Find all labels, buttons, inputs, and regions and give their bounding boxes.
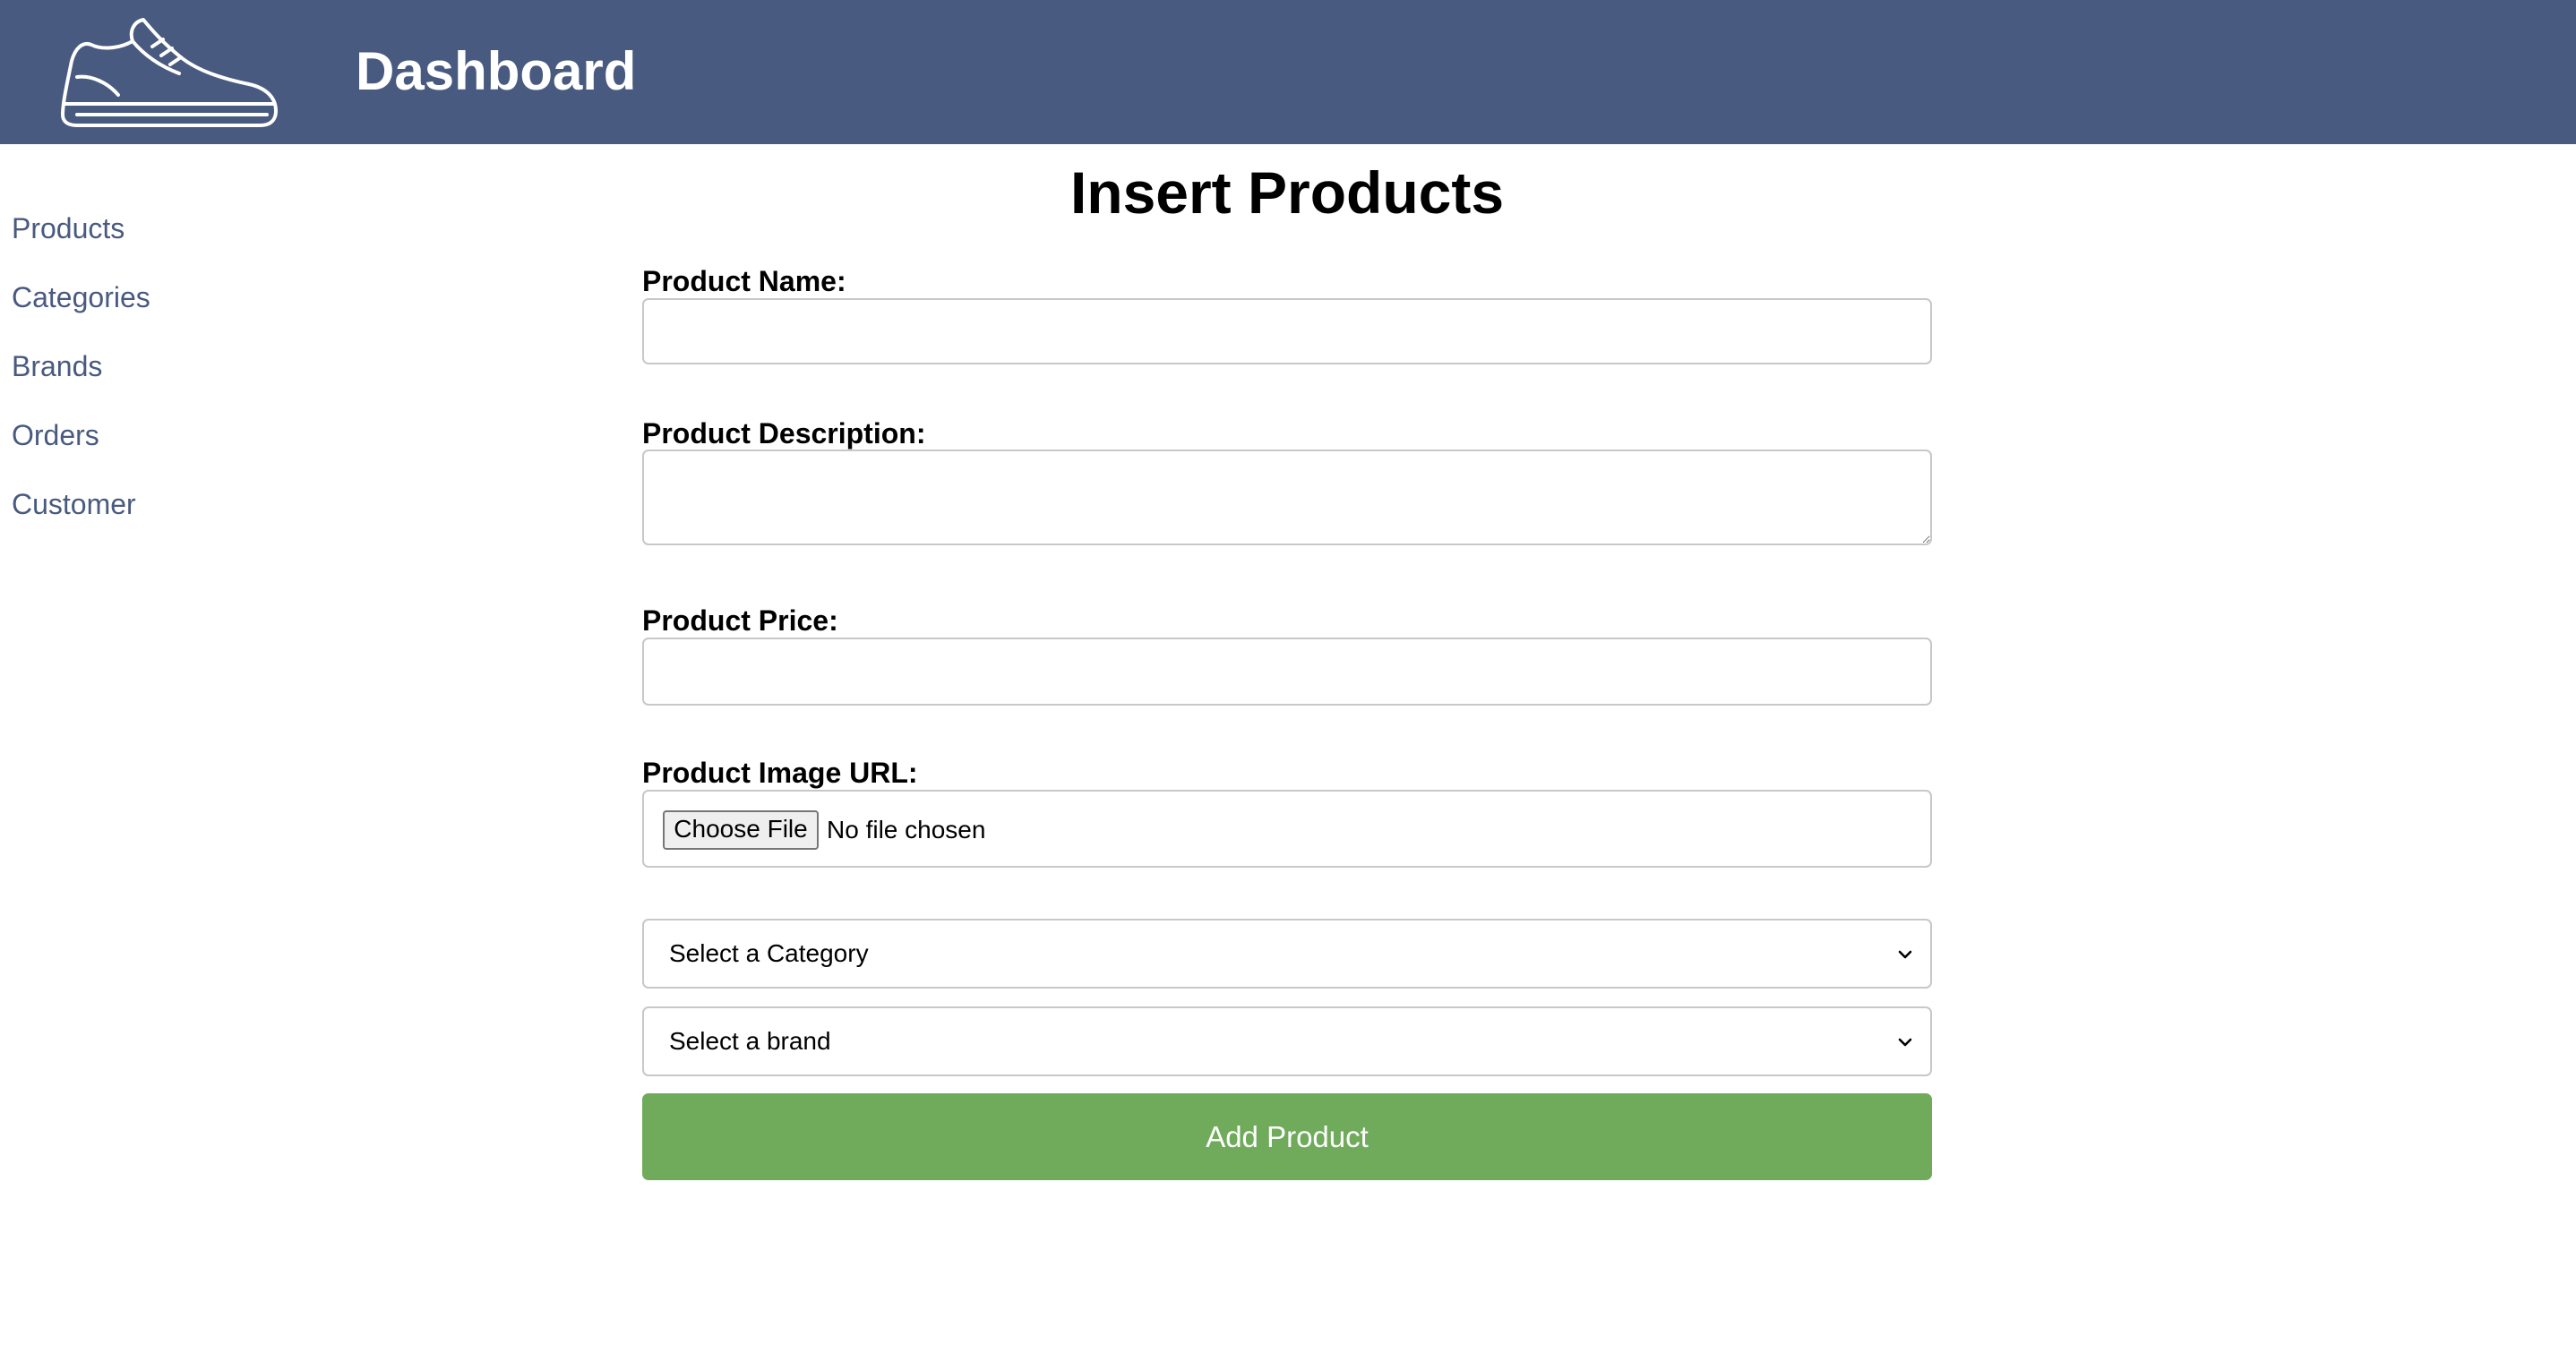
file-status-text: No file chosen (827, 816, 986, 843)
brand-select[interactable]: Select a brand (642, 1006, 1932, 1076)
page-title: Insert Products (1069, 159, 1505, 226)
product-description-textarea[interactable] (642, 450, 1932, 545)
product-name-input[interactable] (642, 298, 1932, 364)
chevron-down-icon (1898, 950, 1912, 959)
add-product-button[interactable]: Add Product (642, 1093, 1932, 1180)
chevron-down-icon (1898, 1038, 1912, 1047)
product-name-label: Product Name: (642, 265, 846, 297)
product-image-file-input: Choose File No file chosen (642, 790, 1932, 868)
sidebar-nav: Products Categories Brands Orders Custom… (12, 204, 150, 549)
sidebar-item-orders[interactable]: Orders (12, 411, 150, 480)
sidebar-item-customer[interactable]: Customer (12, 480, 150, 549)
product-image-label: Product Image URL: (642, 757, 918, 789)
sidebar-item-products[interactable]: Products (12, 204, 150, 273)
dashboard-title: Dashboard (356, 41, 637, 101)
category-select-value: Select a Category (669, 939, 869, 967)
sidebar-item-brands[interactable]: Brands (12, 342, 150, 411)
choose-file-button[interactable]: Choose File (663, 810, 819, 850)
product-price-label: Product Price: (642, 604, 838, 637)
brand-select-value: Select a brand (669, 1027, 831, 1055)
product-description-label: Product Description: (642, 417, 926, 450)
sidebar-item-categories[interactable]: Categories (12, 273, 150, 342)
product-price-input[interactable] (642, 638, 1932, 706)
sneaker-logo-icon (61, 18, 278, 127)
category-select[interactable]: Select a Category (642, 919, 1932, 989)
top-header: Dashboard (0, 0, 2576, 144)
